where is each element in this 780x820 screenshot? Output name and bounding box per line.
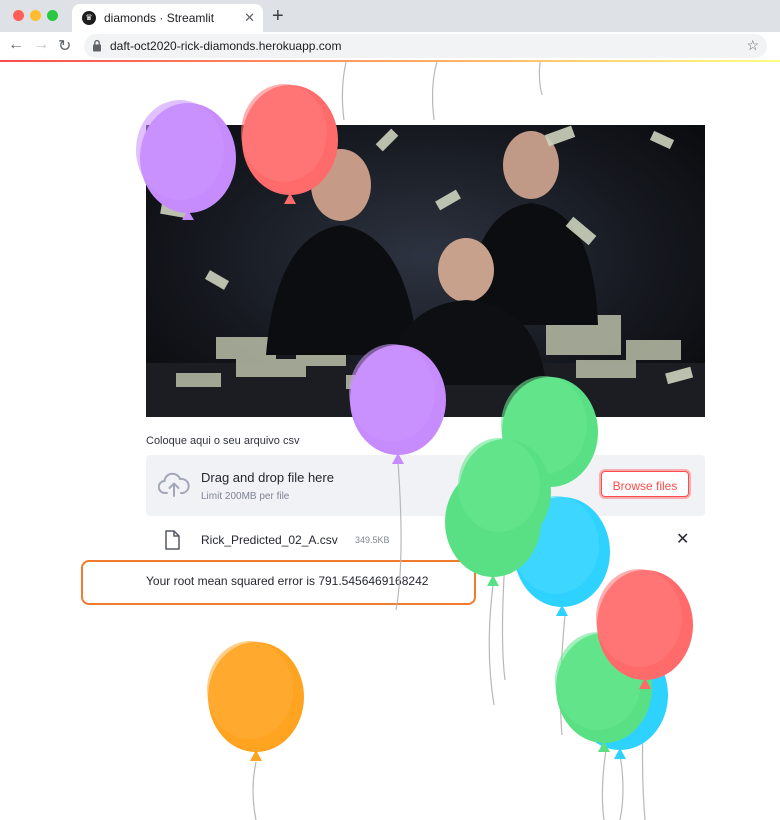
browser-toolbar: ← → ↻ daft-oct2020-rick-diamonds.herokua… <box>0 32 780 60</box>
window-minimize-control[interactable] <box>30 10 41 21</box>
pawn-stars-photo <box>146 125 705 417</box>
address-bar[interactable]: daft-oct2020-rick-diamonds.herokuapp.com… <box>84 34 767 58</box>
uploaded-file-name: Rick_Predicted_02_A.csv <box>201 533 338 547</box>
remove-file-icon[interactable]: ✕ <box>676 529 689 549</box>
hero-image <box>146 125 705 417</box>
back-arrow-icon[interactable]: ← <box>8 36 24 54</box>
rmse-result-text: Your root mean squared error is 791.5456… <box>146 574 429 588</box>
streamlit-decoration-bar <box>0 60 780 62</box>
uploaded-file-row: Rick_Predicted_02_A.csv 349.5KB ✕ <box>146 526 705 554</box>
url-text: daft-oct2020-rick-diamonds.herokuapp.com <box>110 39 342 53</box>
forward-arrow-icon[interactable]: → <box>33 36 49 54</box>
dropzone-limit: Limit 200MB per file <box>201 491 290 502</box>
browser-tab[interactable]: ♛ diamonds · Streamlit ✕ <box>72 4 263 32</box>
browser-chrome: ♛ diamonds · Streamlit ✕ + ← → ↻ daft-oc… <box>0 0 780 62</box>
new-tab-icon[interactable]: + <box>272 5 284 28</box>
close-tab-icon[interactable]: ✕ <box>244 10 255 26</box>
lock-icon <box>93 39 101 52</box>
cloud-upload-icon <box>158 472 190 497</box>
balloon-red-2 <box>596 569 693 689</box>
balloon-green-4 <box>555 632 652 752</box>
tab-strip: ♛ diamonds · Streamlit ✕ + <box>0 0 780 32</box>
uploader-label: Coloque aqui o seu arquivo csv <box>146 435 300 447</box>
streamlit-crown-icon: ♛ <box>82 11 96 25</box>
balloon-orange-1 <box>207 641 304 761</box>
browse-files-button[interactable]: Browse files <box>601 471 689 497</box>
tab-title: diamonds · Streamlit <box>104 11 215 25</box>
window-close-control[interactable] <box>13 10 24 21</box>
bookmark-star-icon[interactable]: ☆ <box>746 37 759 54</box>
window-zoom-control[interactable] <box>47 10 58 21</box>
file-icon <box>165 530 180 550</box>
balloon-blue-2 <box>572 640 668 759</box>
uploaded-file-size: 349.5KB <box>355 535 390 545</box>
dropzone-title: Drag and drop file here <box>201 470 334 485</box>
reload-icon[interactable]: ↻ <box>58 36 71 56</box>
file-dropzone[interactable]: Drag and drop file here Limit 200MB per … <box>146 455 705 516</box>
